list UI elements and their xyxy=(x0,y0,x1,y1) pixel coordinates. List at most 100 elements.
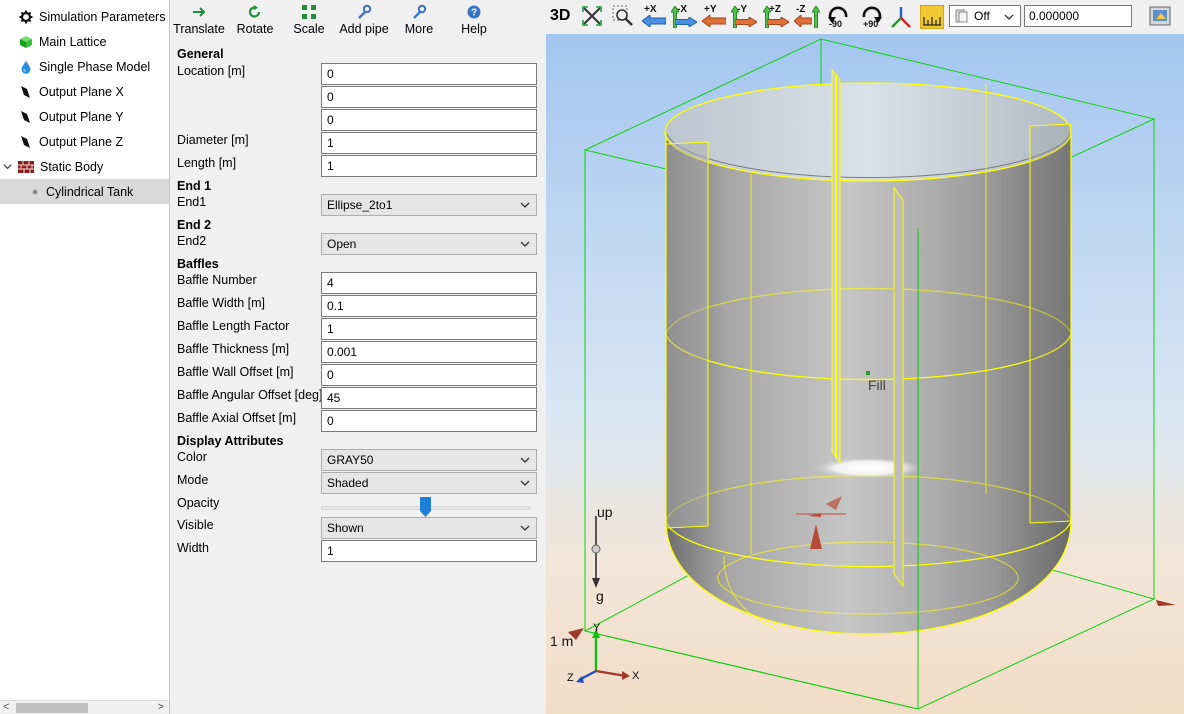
viewport-3d[interactable]: 3D +X -X +Y -Y +Z -Z -90 +90 Off 0.00000… xyxy=(546,0,1184,714)
view-3d-button[interactable]: 3D xyxy=(550,7,570,25)
help-button[interactable]: ? Help xyxy=(460,4,488,42)
chevron-down-icon xyxy=(520,457,530,463)
tree-item-label: Static Body xyxy=(40,159,104,174)
color-select[interactable]: GRAY50 xyxy=(321,449,537,471)
end2-select[interactable]: Open xyxy=(321,233,537,255)
baffle-number-input[interactable]: 4 xyxy=(321,272,537,294)
section-end1: End 1 xyxy=(177,179,212,193)
view-minus-y-button[interactable]: -Y xyxy=(731,4,757,30)
droplet-icon xyxy=(21,60,31,74)
view-plus-x-button[interactable]: +X xyxy=(642,4,668,30)
wrench-icon xyxy=(413,4,427,19)
baffle-axial-offset-input[interactable]: 0 xyxy=(321,410,537,432)
tree-item-static-body[interactable]: Static Body xyxy=(0,154,169,179)
section-end2: End 2 xyxy=(177,218,212,232)
cylindrical-tank[interactable] xyxy=(665,83,1072,634)
clip-value-input[interactable]: 0.000000 xyxy=(1024,5,1132,27)
section-general: General xyxy=(177,47,224,61)
arrow-left-icon xyxy=(702,15,726,27)
location-y-input[interactable]: 0 xyxy=(321,86,537,108)
scale-label: 1 m xyxy=(550,633,573,649)
chevron-down-icon xyxy=(1004,14,1014,20)
view-plus-z-button[interactable]: +Z xyxy=(763,4,789,30)
help-icon: ? xyxy=(467,5,481,19)
add-pipe-button[interactable]: Add pipe xyxy=(339,4,389,42)
scene-canvas[interactable]: Fill up g 1 m Y X Z xyxy=(546,34,1184,714)
scroll-left-arrow[interactable]: < xyxy=(3,701,9,713)
rotate-plus-90-button[interactable]: +90 xyxy=(858,4,884,30)
diameter-label: Diameter [m] xyxy=(177,133,249,147)
clip-plane-select[interactable]: Off xyxy=(949,5,1021,27)
baffle-wall-offset-input[interactable]: 0 xyxy=(321,364,537,386)
scrollbar-thumb[interactable] xyxy=(16,703,88,713)
location-x-input[interactable]: 0 xyxy=(321,63,537,85)
length-input[interactable]: 1 xyxy=(321,155,537,177)
view-minus-z-button[interactable]: -Z xyxy=(794,4,820,30)
rotate-minus-90-button[interactable]: -90 xyxy=(826,4,852,30)
tree-item-label: Main Lattice xyxy=(39,34,107,49)
fit-view-icon[interactable] xyxy=(581,5,603,27)
baffle-number-label: Baffle Number xyxy=(177,273,257,287)
tree-item-cylindrical-tank[interactable]: Cylindrical Tank xyxy=(0,179,169,204)
view-plus-y-button[interactable]: +Y xyxy=(702,4,728,30)
location-label: Location [m] xyxy=(177,64,246,78)
location-z-input[interactable]: 0 xyxy=(321,109,537,131)
rotate-button[interactable]: Rotate xyxy=(235,4,275,42)
fill-point-marker[interactable] xyxy=(866,371,870,375)
scroll-right-arrow[interactable]: > xyxy=(158,701,164,713)
width-input[interactable]: 1 xyxy=(321,540,537,562)
end1-select[interactable]: Ellipse_2to1 xyxy=(321,194,537,216)
fill-label: Fill xyxy=(868,377,886,393)
chevron-down-icon xyxy=(520,241,530,247)
baffle-thickness-label: Baffle Thickness [m] xyxy=(177,342,290,356)
mode-select[interactable]: Shaded xyxy=(321,472,537,494)
tree-item-output-plane-x[interactable]: Output Plane X xyxy=(0,79,169,104)
gravity-g-label: g xyxy=(596,588,604,604)
more-button[interactable]: More xyxy=(404,4,434,42)
scale-icon xyxy=(302,5,316,19)
arrow-right-icon xyxy=(193,7,206,17)
baffle-thickness-input[interactable]: 0.001 xyxy=(321,341,537,363)
baffle-angular-offset-input[interactable]: 45 xyxy=(321,387,537,409)
screenshot-icon[interactable] xyxy=(1149,6,1171,26)
visible-label: Visible xyxy=(177,518,214,532)
tree-item-label: Single Phase Model xyxy=(39,59,151,74)
tree-item-main-lattice[interactable]: Main Lattice xyxy=(0,29,169,54)
tree-item-single-phase-model[interactable]: Single Phase Model xyxy=(0,54,169,79)
object-toolbar: Translate Rotate Scale Add pipe More ? H… xyxy=(171,0,546,44)
axis-z-label: Z xyxy=(567,672,574,684)
plane-icon xyxy=(21,85,30,98)
translate-button[interactable]: Translate xyxy=(173,4,225,42)
view-minus-x-button[interactable]: -X xyxy=(671,4,697,30)
arrow-right-icon xyxy=(767,17,789,27)
diameter-input[interactable]: 1 xyxy=(321,132,537,154)
clip-plane-icon xyxy=(955,9,968,23)
axes-icon[interactable] xyxy=(889,5,913,29)
ruler-icon[interactable] xyxy=(920,5,944,29)
width-label: Width xyxy=(177,541,209,555)
baffle-length-label: Baffle Length Factor xyxy=(177,319,290,333)
tree-item-simulation-parameters[interactable]: Simulation Parameters xyxy=(0,4,169,29)
section-baffles: Baffles xyxy=(177,257,219,271)
tree-item-output-plane-z[interactable]: Output Plane Z xyxy=(0,129,169,154)
model-tree: Simulation Parameters Main Lattice Singl… xyxy=(0,0,170,714)
tree-horizontal-scrollbar[interactable]: < > xyxy=(0,700,169,714)
chevron-down-icon[interactable] xyxy=(3,162,12,171)
tree-item-label: Output Plane Z xyxy=(39,134,124,149)
zoom-box-icon[interactable] xyxy=(612,5,634,27)
cube-icon xyxy=(20,35,32,48)
section-display-attributes: Display Attributes xyxy=(177,434,284,448)
rotate-icon xyxy=(248,5,261,18)
arrow-left-icon xyxy=(642,15,666,27)
scale-button[interactable]: Scale xyxy=(292,4,326,42)
visible-select[interactable]: Shown xyxy=(321,517,537,539)
baffle-width-label: Baffle Width [m] xyxy=(177,296,265,310)
dot-icon xyxy=(32,189,38,194)
chevron-down-icon xyxy=(520,525,530,531)
tree-item-output-plane-y[interactable]: Output Plane Y xyxy=(0,104,169,129)
opacity-label: Opacity xyxy=(177,496,220,510)
baffle-length-input[interactable]: 1 xyxy=(321,318,537,340)
baffle-width-input[interactable]: 0.1 xyxy=(321,295,537,317)
chevron-down-icon xyxy=(520,202,530,208)
opacity-slider-thumb[interactable] xyxy=(420,497,431,517)
